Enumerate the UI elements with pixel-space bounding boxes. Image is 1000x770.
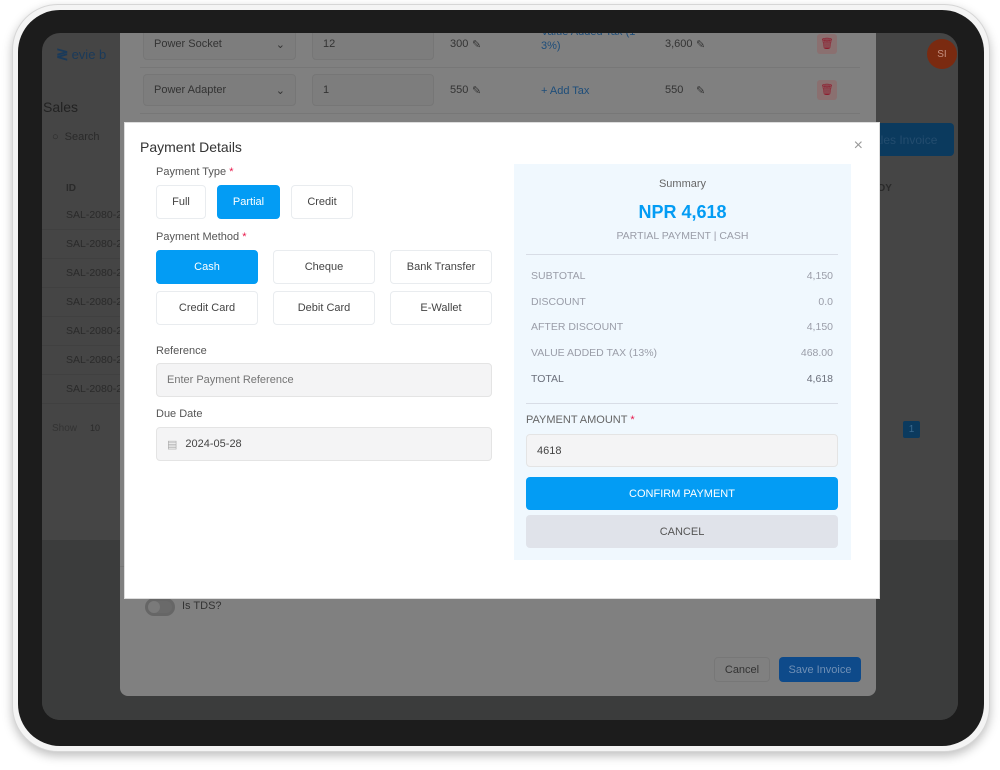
search-icon: ○ bbox=[52, 131, 59, 143]
search-input[interactable]: ○ Search bbox=[52, 131, 100, 143]
rate-value: 300 bbox=[450, 38, 469, 50]
payment-method-credit-card[interactable]: Credit Card bbox=[156, 291, 258, 325]
summary-row-label: VALUE ADDED TAX (13%) bbox=[531, 347, 658, 360]
summary-row-label: SUBTOTAL bbox=[531, 270, 586, 282]
summary-row: AFTER DISCOUNT 4,150 bbox=[531, 321, 833, 333]
show-label: Show bbox=[52, 423, 78, 434]
row-divider bbox=[140, 67, 860, 68]
rate-value: 550 bbox=[450, 84, 469, 96]
amount-value: 3,600 bbox=[665, 38, 693, 50]
summary-row: DISCOUNT 0.0 bbox=[531, 296, 833, 308]
trash-icon[interactable]: 🗑 bbox=[817, 34, 837, 54]
summary-row-label: TOTAL bbox=[531, 372, 564, 385]
table-row-id[interactable]: SAL-2080-2 bbox=[66, 238, 122, 250]
reference-label: Reference bbox=[156, 345, 207, 357]
summary-row: SUBTOTAL 4,150 bbox=[531, 270, 833, 282]
payment-method-label: Payment Method * bbox=[156, 231, 247, 243]
payment-type-credit[interactable]: Credit bbox=[291, 185, 353, 219]
table-row-id[interactable]: SAL-2080-2 bbox=[66, 209, 122, 221]
product-name: Power Socket bbox=[154, 38, 222, 50]
summary-panel: Summary NPR 4,618 PARTIAL PAYMENT | CASH… bbox=[514, 164, 851, 560]
logo-mark-icon: ≷ bbox=[56, 46, 69, 63]
payment-amount-label: PAYMENT AMOUNT * bbox=[526, 414, 635, 426]
table-row-id[interactable]: SAL-2080-2 bbox=[66, 383, 122, 395]
row-divider bbox=[42, 258, 122, 259]
table-row-id[interactable]: SAL-2080-2 bbox=[66, 296, 122, 308]
row-divider bbox=[42, 316, 122, 317]
divider bbox=[526, 403, 838, 404]
edit-rate-icon[interactable]: ✎ bbox=[472, 84, 481, 97]
payment-method-debit-card[interactable]: Debit Card bbox=[273, 291, 375, 325]
tds-label: Is TDS? bbox=[182, 600, 222, 612]
payment-type-full[interactable]: Full bbox=[156, 185, 206, 219]
row-divider bbox=[42, 345, 122, 346]
summary-subtitle: PARTIAL PAYMENT | CASH bbox=[616, 230, 749, 242]
cancel-payment-button[interactable]: CANCEL bbox=[526, 515, 838, 548]
tds-toggle[interactable] bbox=[145, 598, 175, 616]
due-date-input[interactable]: ▤ 2024-05-28 bbox=[156, 427, 492, 461]
edit-rate-icon[interactable]: ✎ bbox=[472, 38, 481, 51]
avatar[interactable]: SI bbox=[927, 39, 957, 69]
row-divider bbox=[42, 403, 122, 404]
product-select[interactable]: Power Socket ⌄ bbox=[143, 33, 296, 60]
page-size-select[interactable]: 10 bbox=[90, 423, 100, 433]
summary-row-value: 4,618 bbox=[806, 372, 833, 385]
summary-row-value: 4,150 bbox=[806, 270, 833, 282]
payment-amount-input[interactable]: 4618 bbox=[526, 434, 838, 467]
payment-type-label: Payment Type * bbox=[156, 166, 234, 178]
payment-method-bank-transfer[interactable]: Bank Transfer bbox=[390, 250, 492, 284]
summary-row-value: 468.00 bbox=[800, 347, 833, 360]
row-divider bbox=[140, 113, 860, 114]
product-select[interactable]: Power Adapter ⌄ bbox=[143, 74, 296, 106]
summary-row: VALUE ADDED TAX (13%) 468.00 bbox=[531, 347, 833, 359]
quantity-input[interactable]: 12 bbox=[312, 33, 434, 60]
summary-row: TOTAL 4,618 bbox=[531, 373, 833, 385]
due-date-label: Due Date bbox=[156, 408, 203, 420]
modal-title: Payment Details bbox=[140, 139, 242, 155]
column-header-right: DY bbox=[878, 183, 892, 194]
product-name: Power Adapter bbox=[154, 84, 227, 96]
edit-amount-icon[interactable]: ✎ bbox=[696, 84, 705, 97]
tax-link[interactable]: Value Added Tax (1 3%) bbox=[541, 33, 641, 53]
table-row-id[interactable]: SAL-2080-2 bbox=[66, 354, 122, 366]
summary-row-value: 4,150 bbox=[806, 321, 833, 334]
summary-heading: Summary bbox=[658, 178, 707, 190]
invoice-cancel-button[interactable]: Cancel bbox=[714, 657, 770, 682]
row-divider bbox=[42, 374, 122, 375]
payment-method-cheque[interactable]: Cheque bbox=[273, 250, 375, 284]
chevron-down-icon: ⌄ bbox=[275, 84, 285, 97]
table-row-id[interactable]: SAL-2080-2 bbox=[66, 267, 122, 279]
tax-link[interactable]: + Add Tax bbox=[541, 84, 641, 98]
summary-total: NPR 4,618 bbox=[638, 202, 727, 222]
payment-method-e-wallet[interactable]: E-Wallet bbox=[390, 291, 492, 325]
payment-details-modal: Payment Details × Payment Type * Full Par… bbox=[124, 122, 880, 599]
edit-amount-icon[interactable]: ✎ bbox=[696, 38, 705, 51]
save-invoice-button[interactable]: Save Invoice bbox=[779, 657, 861, 682]
row-divider bbox=[42, 229, 122, 230]
divider bbox=[526, 254, 838, 255]
close-icon[interactable]: × bbox=[854, 137, 863, 155]
reference-input[interactable] bbox=[156, 363, 492, 397]
logo: ≷ evie b bbox=[56, 46, 107, 63]
payment-type-partial[interactable]: Partial bbox=[217, 185, 280, 219]
calendar-icon: ▤ bbox=[167, 438, 178, 451]
page-title: Sales bbox=[43, 99, 79, 115]
amount-value: 550 bbox=[665, 84, 684, 96]
summary-row-value: 0.0 bbox=[818, 295, 833, 308]
row-divider bbox=[42, 287, 122, 288]
pagination-page-1[interactable]: 1 bbox=[903, 421, 920, 438]
quantity-input[interactable]: 1 bbox=[312, 74, 434, 106]
column-header-id: ID bbox=[66, 183, 76, 194]
chevron-down-icon: ⌄ bbox=[275, 38, 285, 51]
table-row-id[interactable]: SAL-2080-2 bbox=[66, 325, 122, 337]
trash-icon[interactable]: 🗑 bbox=[817, 80, 837, 100]
summary-row-label: DISCOUNT bbox=[531, 295, 586, 308]
payment-method-cash[interactable]: Cash bbox=[156, 250, 258, 284]
summary-row-label: AFTER DISCOUNT bbox=[531, 321, 624, 334]
confirm-payment-button[interactable]: CONFIRM PAYMENT bbox=[526, 477, 838, 510]
